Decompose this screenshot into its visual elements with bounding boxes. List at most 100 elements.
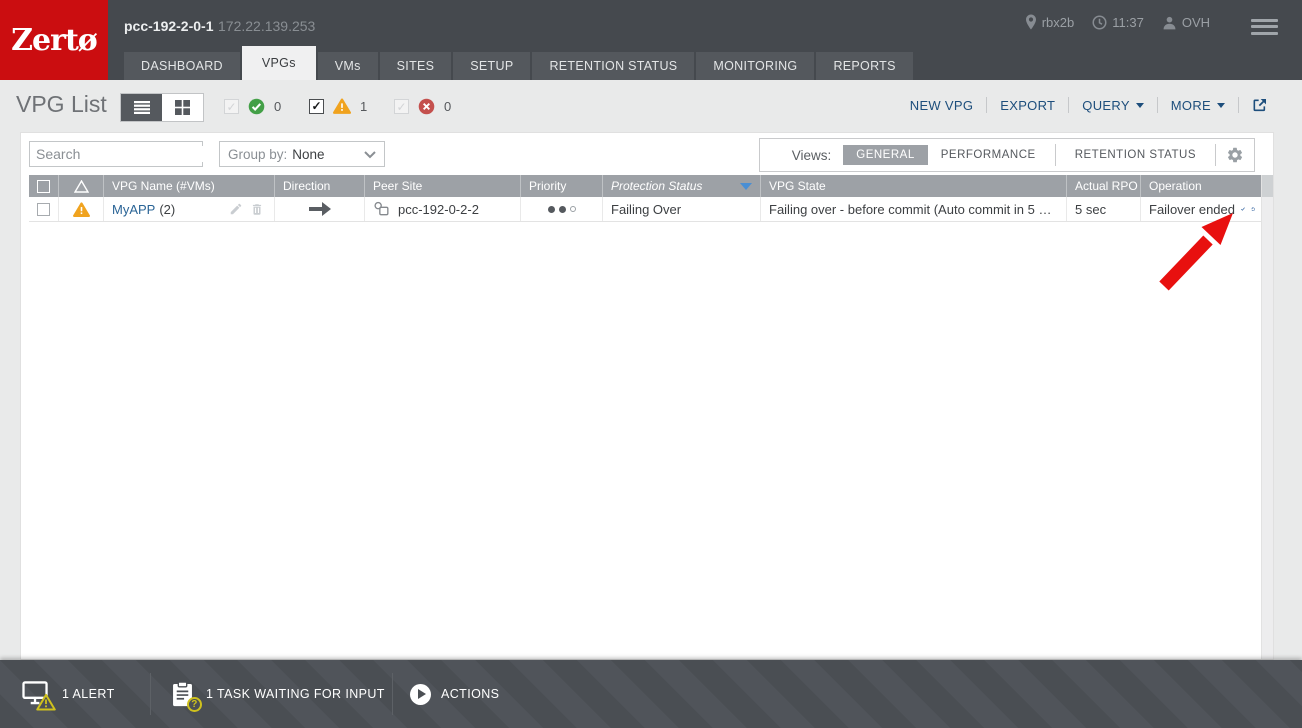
list-view-icon (134, 101, 150, 114)
actions-label: ACTIONS (441, 687, 499, 701)
popout-button[interactable] (1252, 97, 1268, 113)
ok-filter-checkbox[interactable] (224, 99, 239, 114)
row-checkbox[interactable] (37, 203, 50, 216)
row-name-cell: MyAPP (2) (104, 197, 275, 221)
column-header-protection-status[interactable]: Protection Status (603, 175, 761, 197)
priority-dots (548, 206, 576, 213)
delete-trash-icon[interactable] (250, 202, 264, 217)
error-status-icon (418, 98, 435, 115)
grid-view-button[interactable] (162, 94, 203, 121)
more-dropdown-button[interactable]: MORE (1171, 98, 1225, 113)
new-vpg-button[interactable]: NEW VPG (910, 98, 974, 113)
tab-retention-status[interactable]: RETENTION STATUS (532, 52, 694, 80)
tab-monitoring[interactable]: MONITORING (696, 52, 814, 80)
view-performance[interactable]: PERFORMANCE (928, 145, 1049, 165)
error-count-group: 0 (394, 98, 451, 115)
column-header-actual-rpo[interactable]: Actual RPO (1067, 175, 1141, 197)
divider (150, 673, 151, 715)
peer-site-name: pcc-192-0-2-2 (398, 202, 479, 217)
menu-icon[interactable] (1251, 15, 1278, 38)
vpg-table: VPG Name (#VMs) Direction Peer Site Prio… (29, 175, 1263, 222)
gear-icon (1226, 146, 1244, 164)
site-ip: 172.22.139.253 (218, 18, 315, 34)
vm-count: (2) (159, 202, 175, 217)
rollback-undo-icon[interactable] (1251, 202, 1255, 216)
edit-pencil-icon[interactable] (229, 202, 243, 216)
row-alert-cell (59, 197, 104, 221)
tab-dashboard[interactable]: DASHBOARD (124, 52, 240, 80)
column-header-peer-site[interactable]: Peer Site (365, 175, 521, 197)
table-scrollbar-track[interactable] (1261, 175, 1273, 659)
ok-status-icon (248, 98, 265, 115)
tasks-label: 1 TASK WAITING FOR INPUT (206, 687, 385, 701)
warning-filter-checkbox[interactable] (309, 99, 324, 114)
chevron-down-icon (1136, 103, 1144, 108)
page-title: VPG List (16, 91, 107, 118)
column-settings-button[interactable] (1222, 146, 1254, 164)
query-dropdown-button[interactable]: QUERY (1082, 98, 1144, 113)
list-view-button[interactable] (121, 94, 162, 121)
views-label: Views: (792, 148, 832, 163)
ok-count-group: 0 (224, 98, 281, 115)
alerts-button[interactable]: 1 ALERT (22, 660, 115, 728)
grid-view-icon (175, 100, 190, 115)
view-retention-status[interactable]: RETENTION STATUS (1062, 145, 1209, 165)
vpg-list-panel: Group by: None Views: GENERAL PERFORMANC… (20, 132, 1274, 660)
group-by-label: Group by: (228, 147, 287, 162)
actions-button[interactable]: ACTIONS (410, 660, 499, 728)
column-header-operation[interactable]: Operation (1141, 175, 1263, 197)
tab-vpgs[interactable]: VPGs (242, 46, 316, 80)
user-icon (1162, 15, 1177, 30)
error-filter-checkbox[interactable] (394, 99, 409, 114)
tab-sites[interactable]: SITES (380, 52, 452, 80)
operation-text: Failover ended (1149, 202, 1235, 217)
divider (986, 97, 987, 113)
alert-triangle-icon (74, 180, 89, 193)
header-status-area: rbx2b 11:37 OVH (1015, 14, 1210, 30)
export-button[interactable]: EXPORT (1000, 98, 1055, 113)
row-direction-cell (275, 197, 365, 221)
alert-monitor-icon (22, 681, 52, 707)
tab-setup[interactable]: SETUP (453, 52, 530, 80)
group-by-select[interactable]: Group by: None (219, 141, 385, 167)
divider (392, 673, 393, 715)
view-general[interactable]: GENERAL (843, 145, 927, 165)
main-nav-tabs: DASHBOARD VPGs VMs SITES SETUP RETENTION… (124, 46, 915, 80)
group-by-value: None (292, 147, 324, 162)
tasks-button[interactable]: ? 1 TASK WAITING FOR INPUT (172, 660, 385, 728)
views-switcher: Views: GENERAL PERFORMANCE RETENTION STA… (759, 138, 1255, 172)
sort-descending-icon (734, 179, 752, 193)
column-header-vpg-state[interactable]: VPG State (761, 175, 1067, 197)
search-input[interactable] (30, 146, 223, 162)
footer-bar: 1 ALERT ? 1 TASK WAITING FOR INPUT ACTIO… (0, 660, 1302, 728)
divider (1055, 144, 1056, 166)
chevron-down-icon (1217, 103, 1225, 108)
play-icon (410, 684, 431, 705)
zerto-logo: Zertø (0, 0, 108, 80)
table-header-row: VPG Name (#VMs) Direction Peer Site Prio… (29, 175, 1263, 197)
time-label: 11:37 (1112, 15, 1144, 30)
table-row[interactable]: MyAPP (2) pcc-192-0-2-2 Fail (29, 197, 1263, 222)
alert-column-header[interactable] (59, 175, 104, 197)
column-header-direction[interactable]: Direction (275, 175, 365, 197)
top-header: Zertø pcc-192-2-0-1 172.22.139.253 rbx2b… (0, 0, 1302, 80)
view-mode-toggle (120, 93, 204, 122)
select-all-checkbox[interactable] (37, 180, 50, 193)
tab-reports[interactable]: REPORTS (816, 52, 912, 80)
commit-check-icon[interactable] (1241, 203, 1245, 215)
error-count: 0 (444, 99, 451, 114)
column-header-vpg-name[interactable]: VPG Name (#VMs) (104, 175, 275, 197)
row-operation-cell: Failover ended (1141, 197, 1263, 221)
peer-site-icon (373, 201, 390, 217)
logged-in-user[interactable]: OVH (1162, 15, 1210, 30)
popout-icon (1252, 97, 1268, 113)
task-question-icon: ? (187, 697, 202, 712)
location-label: rbx2b (1042, 15, 1075, 30)
tab-vms[interactable]: VMs (318, 52, 378, 80)
alert-warning-triangle-icon (36, 693, 56, 711)
column-header-priority[interactable]: Priority (521, 175, 603, 197)
row-protection-status-cell: Failing Over (603, 197, 761, 221)
row-priority-cell (521, 197, 603, 221)
vpg-name-link[interactable]: MyAPP (112, 202, 155, 217)
warning-icon (73, 202, 90, 217)
